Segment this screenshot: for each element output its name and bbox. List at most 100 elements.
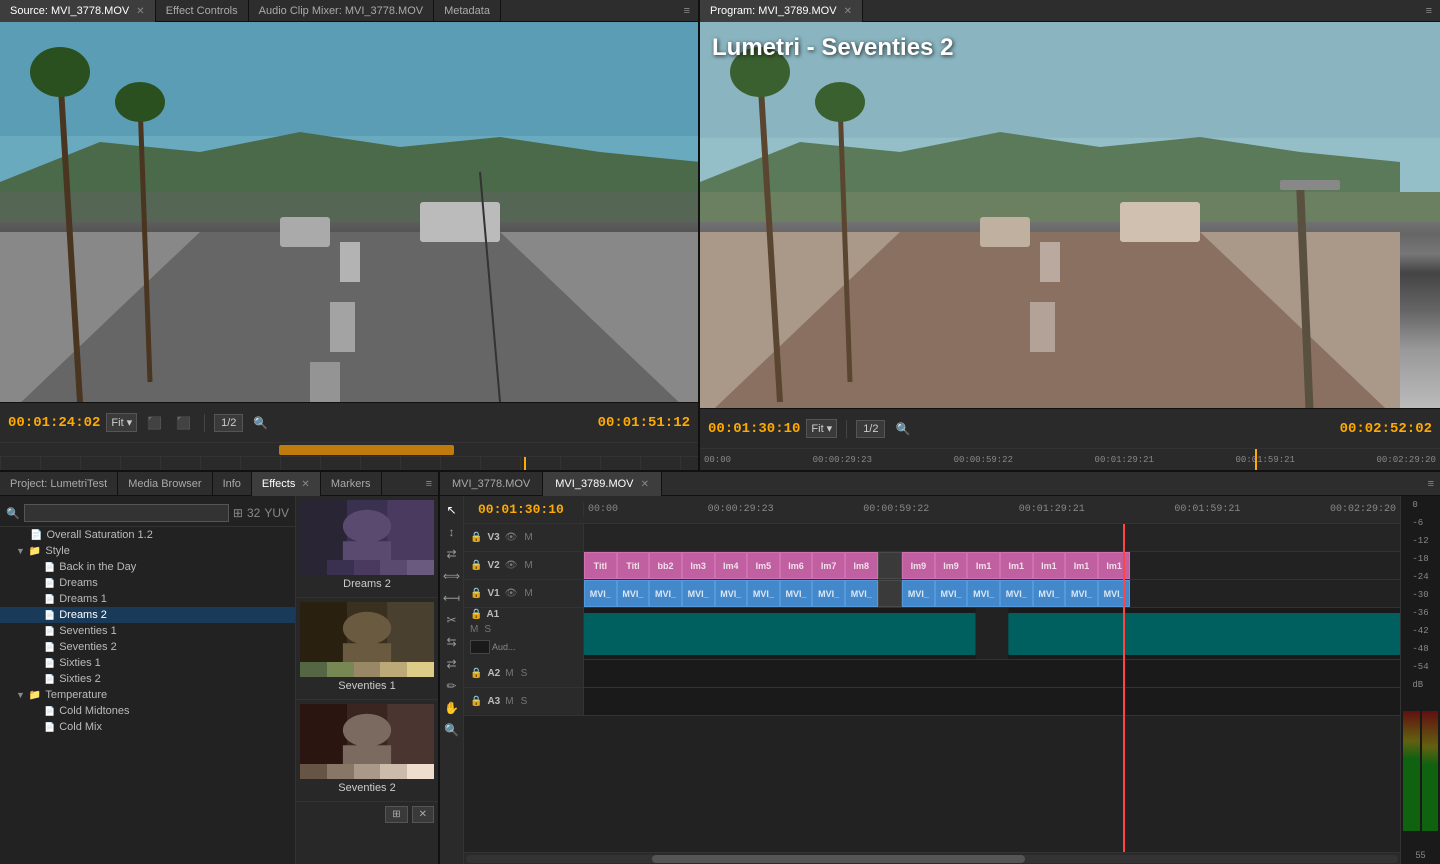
v1-clip-mvi4[interactable]: MVI_ bbox=[682, 580, 715, 607]
tree-folder-temperature[interactable]: ▼ 📁 Temperature bbox=[0, 687, 295, 703]
close-timeline-tab[interactable]: ✕ bbox=[641, 479, 649, 490]
source-zoom-btn[interactable]: 🔍 bbox=[249, 414, 272, 432]
tab-effects[interactable]: Effects ✕ bbox=[252, 472, 321, 496]
left-panel-menu[interactable]: ≡ bbox=[420, 478, 438, 490]
slide-btn[interactable]: ⇄ bbox=[442, 654, 462, 674]
v1-clip-mvic[interactable]: MVI_ bbox=[967, 580, 1000, 607]
v1-clip-mvi3[interactable]: MVI_ bbox=[649, 580, 682, 607]
v1-clip-mvi2[interactable]: MVI_ bbox=[617, 580, 650, 607]
delete-preset-btn[interactable]: ✕ bbox=[412, 806, 434, 823]
clip-im4[interactable]: Im4 bbox=[715, 552, 748, 579]
tree-item-cold-midtones[interactable]: 📄 Cold Midtones bbox=[0, 703, 295, 719]
tab-info[interactable]: Info bbox=[213, 472, 252, 496]
tree-item-seventies1[interactable]: 📄 Seventies 1 bbox=[0, 623, 295, 639]
preset-card-seventies2[interactable]: Seventies 2 bbox=[296, 700, 438, 802]
tree-item-overall-saturation[interactable]: 📄 Overall Saturation 1.2 bbox=[0, 527, 295, 543]
source-fit-dropdown[interactable]: Fit ▾ bbox=[106, 413, 137, 432]
v3-lock-btn[interactable]: 🔒 bbox=[468, 531, 484, 544]
a1-solo-btn[interactable]: S bbox=[482, 623, 493, 636]
zoom-tool-btn[interactable]: 🔍 bbox=[442, 720, 462, 740]
a1-lock-btn[interactable]: 🔒 bbox=[468, 608, 484, 621]
v1-vis-btn[interactable]: 👁 bbox=[503, 587, 520, 600]
close-effects-tab[interactable]: ✕ bbox=[301, 479, 309, 490]
rolling-edit-btn[interactable]: ⟺ bbox=[442, 566, 462, 586]
source-zoom-thumb[interactable] bbox=[279, 445, 454, 455]
a3-solo-btn[interactable]: S bbox=[519, 695, 530, 708]
preset-card-seventies1[interactable]: Seventies 1 bbox=[296, 598, 438, 700]
tab-timeline-mvi3789[interactable]: MVI_3789.MOV ✕ bbox=[543, 472, 662, 496]
tab-source-mov[interactable]: Source: MVI_3778.MOV ✕ bbox=[0, 0, 156, 22]
clip-titl2[interactable]: Titl bbox=[617, 552, 650, 579]
clip-im7[interactable]: Im7 bbox=[812, 552, 845, 579]
v3-vis-btn[interactable]: 👁 bbox=[503, 531, 520, 544]
v1-clip-mvi8[interactable]: MVI_ bbox=[812, 580, 845, 607]
close-source-tab[interactable]: ✕ bbox=[136, 6, 144, 17]
tree-item-dreams[interactable]: 📄 Dreams bbox=[0, 575, 295, 591]
v1-clip-mvia[interactable]: MVI_ bbox=[902, 580, 935, 607]
clip-im9a[interactable]: Im9 bbox=[902, 552, 935, 579]
tab-media-browser[interactable]: Media Browser bbox=[118, 472, 212, 496]
v1-clip-mvib[interactable]: MVI_ bbox=[935, 580, 968, 607]
clip-im1a[interactable]: Im1 bbox=[967, 552, 1000, 579]
tab-audio-clip-mixer[interactable]: Audio Clip Mixer: MVI_3778.MOV bbox=[249, 0, 434, 22]
v1-clip-mvi6[interactable]: MVI_ bbox=[747, 580, 780, 607]
tree-item-sixties1[interactable]: 📄 Sixties 1 bbox=[0, 655, 295, 671]
timeline-scrollbar[interactable] bbox=[464, 852, 1400, 864]
program-fit-dropdown[interactable]: Fit ▾ bbox=[806, 419, 837, 438]
clip-im1e[interactable]: Im1 bbox=[1098, 552, 1131, 579]
close-program-tab[interactable]: ✕ bbox=[844, 6, 852, 17]
clip-im9b[interactable]: Im9 bbox=[935, 552, 968, 579]
v1-clip-mvi1[interactable]: MVI_ bbox=[584, 580, 617, 607]
source-monitor-menu[interactable]: ≡ bbox=[676, 5, 698, 17]
tree-item-back-in-the-day[interactable]: 📄 Back in the Day bbox=[0, 559, 295, 575]
selection-tool-btn[interactable]: ↖ bbox=[442, 500, 462, 520]
source-mark-in-btn[interactable]: ⬛ bbox=[143, 414, 166, 432]
tree-item-dreams1[interactable]: 📄 Dreams 1 bbox=[0, 591, 295, 607]
timeline-panel-menu[interactable]: ≡ bbox=[1422, 478, 1440, 490]
v1-clip-mvi9[interactable]: MVI_ bbox=[845, 580, 878, 607]
hand-btn[interactable]: ✋ bbox=[442, 698, 462, 718]
v1-clip-mvi5[interactable]: MVI_ bbox=[715, 580, 748, 607]
effects-32bit-btn[interactable]: 32 bbox=[247, 506, 260, 520]
preset-card-dreams2[interactable]: Dreams 2 bbox=[296, 496, 438, 598]
clip-im5[interactable]: Im5 bbox=[747, 552, 780, 579]
tab-effect-controls[interactable]: Effect Controls bbox=[156, 0, 249, 22]
razor-btn[interactable]: ✂ bbox=[442, 610, 462, 630]
pen-btn[interactable]: ✏ bbox=[442, 676, 462, 696]
tree-folder-style[interactable]: ▼ 📁 Style bbox=[0, 543, 295, 559]
tab-metadata[interactable]: Metadata bbox=[434, 0, 501, 22]
clip-im1c[interactable]: Im1 bbox=[1033, 552, 1066, 579]
v2-vis-btn[interactable]: 👁 bbox=[503, 559, 520, 572]
effects-search-input[interactable] bbox=[24, 504, 229, 522]
tree-item-dreams2[interactable]: 📄 Dreams 2 bbox=[0, 607, 295, 623]
scrollbar-thumb[interactable] bbox=[652, 855, 1025, 863]
clip-im6[interactable]: Im6 bbox=[780, 552, 813, 579]
a2-lock-btn[interactable]: 🔒 bbox=[468, 667, 484, 680]
tab-timeline-mvi3778[interactable]: MVI_3778.MOV bbox=[440, 472, 543, 496]
v1-lock-btn[interactable]: 🔒 bbox=[468, 587, 484, 600]
v1-clip-mvig[interactable]: MVI_ bbox=[1098, 580, 1131, 607]
v2-lock-btn[interactable]: 🔒 bbox=[468, 559, 484, 572]
tab-markers[interactable]: Markers bbox=[321, 472, 382, 496]
a2-mute-btn[interactable]: M bbox=[503, 667, 515, 680]
clip-im8[interactable]: Im8 bbox=[845, 552, 878, 579]
program-monitor-menu[interactable]: ≡ bbox=[1418, 5, 1440, 17]
clip-im3[interactable]: Im3 bbox=[682, 552, 715, 579]
clip-im1d[interactable]: Im1 bbox=[1065, 552, 1098, 579]
source-mark-out-btn[interactable]: ⬛ bbox=[172, 414, 195, 432]
tab-program-mov[interactable]: Program: MVI_3789.MOV ✕ bbox=[700, 0, 863, 22]
rate-stretch-btn[interactable]: ⟻ bbox=[442, 588, 462, 608]
v3-mute-btn[interactable]: M bbox=[522, 531, 534, 544]
effects-yuvbtn[interactable]: YUV bbox=[264, 506, 289, 520]
clip-im1b[interactable]: Im1 bbox=[1000, 552, 1033, 579]
program-zoom-btn[interactable]: 🔍 bbox=[891, 420, 914, 438]
new-preset-btn[interactable]: ⊞ bbox=[385, 806, 407, 823]
tree-item-seventies2[interactable]: 📄 Seventies 2 bbox=[0, 639, 295, 655]
clip-titl1[interactable]: Titl bbox=[584, 552, 617, 579]
tab-project[interactable]: Project: LumetriTest bbox=[0, 472, 118, 496]
slip-btn[interactable]: ⇆ bbox=[442, 632, 462, 652]
v1-clip-mvie[interactable]: MVI_ bbox=[1033, 580, 1066, 607]
a3-lock-btn[interactable]: 🔒 bbox=[468, 695, 484, 708]
v1-clip-mvi7[interactable]: MVI_ bbox=[780, 580, 813, 607]
v1-clip-mvif[interactable]: MVI_ bbox=[1065, 580, 1098, 607]
